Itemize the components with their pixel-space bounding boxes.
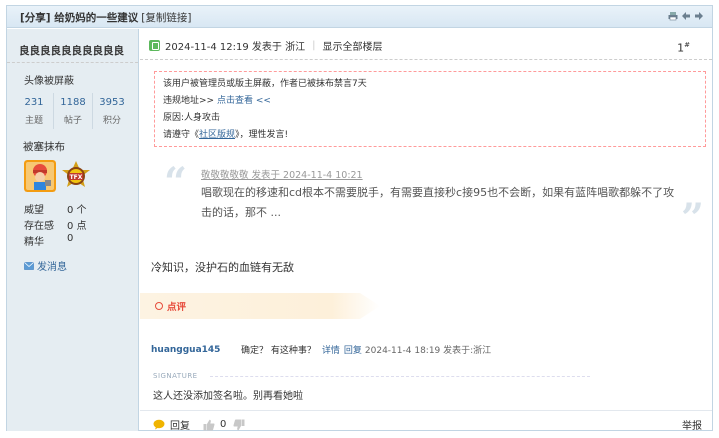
notice-text: 请遵守《: [163, 130, 200, 140]
author-info: 威望 0 个 存在感 0 点 精华 0: [24, 201, 87, 249]
thumb-up-icon[interactable]: [203, 419, 215, 431]
comment-author-link[interactable]: huanggua145: [151, 345, 241, 355]
thread-title-text: [分享] 给奶妈的一些建议: [20, 12, 139, 24]
post-body: 冷知识，没护石的血链有无敌: [151, 261, 294, 274]
rate-icon: [155, 302, 163, 310]
post-main: 2024-11-4 12:19 发表于 浙江 | 显示全部楼层 1# 该用户被管…: [140, 29, 712, 432]
signature-text: 这人还没添加签名啦。别再看她啦: [153, 391, 303, 402]
rate-button[interactable]: 点评: [140, 293, 380, 319]
thread-title: [分享] 给奶妈的一些建议 [复制链接]: [20, 10, 191, 25]
divider: [140, 59, 712, 60]
stat-value: 1188: [60, 97, 86, 108]
notice-line: 违规地址>> 点击查看 <<: [163, 93, 697, 110]
moderation-notice: 该用户被管理员或版主屏蔽，作者已被抹布禁言7天 违规地址>> 点击查看 << 原…: [154, 71, 706, 147]
svg-text:TFX: TFX: [70, 174, 83, 181]
open-quote-icon: “: [164, 159, 188, 206]
rate-label: 点评: [167, 302, 187, 313]
online-status-icon: [149, 40, 160, 51]
comment-detail-link[interactable]: 详情: [322, 343, 340, 356]
stat-label: 积分: [102, 116, 121, 126]
close-quote-icon: ”: [680, 195, 704, 242]
comment-text: 确定？ 有这种事？: [241, 346, 316, 356]
send-message-button[interactable]: 发消息: [24, 258, 67, 273]
tfx-medal-icon[interactable]: TFX: [60, 160, 92, 192]
stat-points[interactable]: 3953 积分: [93, 93, 131, 129]
info-key: 精华: [24, 237, 44, 248]
info-row: 精华 0: [24, 233, 87, 249]
stat-value: 231: [24, 97, 44, 108]
divider: [140, 410, 712, 411]
notice-text: 》，理性发言!: [235, 130, 289, 140]
author-sidebar: 良良良良良良良良良良 头像被屏蔽 231 主题 1188 帖子 3953 积分 …: [7, 29, 139, 431]
notice-line: 该用户被管理员或版主屏蔽，作者已被抹布禁言7天: [163, 79, 367, 89]
user-status: 被塞抹布: [23, 141, 65, 153]
notice-line: 请遵守《社区版规》，理性发言!: [163, 127, 697, 144]
reply-icon[interactable]: [153, 419, 165, 430]
info-value: 0 个: [67, 205, 87, 216]
notice-text: 违规地址>>: [163, 96, 217, 106]
copy-link-button[interactable]: [复制链接]: [141, 12, 191, 24]
info-value: 0: [67, 233, 74, 244]
divider: [7, 62, 138, 63]
like-count: 0: [220, 419, 227, 430]
info-key: 存在感: [24, 221, 54, 232]
info-row: 存在感 0 点: [24, 217, 87, 233]
comment-row: huanggua145 确定？ 有这种事？ 详情 回复 2024-11-4 18…: [151, 343, 492, 357]
quote-block: “ 敬敬敬敬敬 发表于 2024-11-4 10:21 唱歌现在的移速和cd根本…: [164, 159, 704, 239]
floor-suffix: #: [684, 41, 690, 49]
quote-author-link[interactable]: 敬敬敬敬敬 发表于 2024-11-4 10:21: [201, 167, 363, 181]
notice-line: 原因:人身攻击: [163, 113, 221, 123]
divider: [210, 376, 590, 377]
show-all-floors-link[interactable]: 显示全部楼层: [322, 38, 382, 53]
info-row: 威望 0 个: [24, 201, 87, 217]
stat-value: 3953: [99, 97, 125, 108]
signature-label: SIGNATURE: [153, 372, 198, 380]
community-rules-link[interactable]: 社区版规: [199, 130, 235, 140]
post-meta: 2024-11-4 12:19 发表于 浙江 | 显示全部楼层: [149, 38, 382, 53]
thread-header: [分享] 给奶妈的一些建议 [复制链接]: [7, 6, 712, 28]
separator: |: [312, 40, 316, 51]
stat-threads[interactable]: 231 主题: [15, 93, 54, 129]
next-thread-icon[interactable]: [694, 11, 704, 21]
stat-label: 帖子: [63, 116, 82, 126]
send-message-label: 发消息: [37, 262, 67, 273]
mario-medal-icon[interactable]: [24, 160, 56, 192]
post-actions: 回复 0: [153, 417, 245, 432]
report-button[interactable]: 举报: [682, 417, 702, 432]
reply-button[interactable]: 回复: [170, 417, 190, 432]
stat-posts[interactable]: 1188 帖子: [54, 93, 93, 129]
stat-label: 主题: [24, 116, 43, 126]
medal-list: TFX: [24, 160, 92, 192]
comment-reply-link[interactable]: 回复: [344, 343, 362, 356]
post-frame: [分享] 给奶妈的一些建议 [复制链接] 良良良良良良良良良良 头像被屏蔽 231…: [6, 5, 713, 432]
view-violation-link[interactable]: 点击查看 <<: [217, 96, 271, 106]
thumb-down-icon[interactable]: [233, 419, 245, 431]
author-stats: 231 主题 1188 帖子 3953 积分: [15, 93, 131, 129]
envelope-icon: [24, 261, 34, 270]
comment-date: 2024-11-4 18:19 发表于:浙江: [364, 346, 492, 356]
avatar: 头像被屏蔽: [24, 76, 74, 87]
floor-number[interactable]: 1#: [677, 41, 690, 55]
author-name[interactable]: 良良良良良良良良良良: [19, 43, 124, 58]
post-date: 2024-11-4 12:19 发表于 浙江: [165, 42, 306, 53]
prev-thread-icon[interactable]: [681, 11, 691, 21]
info-key: 威望: [24, 205, 44, 216]
print-icon[interactable]: [668, 11, 678, 21]
quote-text: 唱歌现在的移速和cd根本不需要脱手，有需要直接秒c接95也不会断，如果有蓝阵唱歌…: [201, 186, 675, 219]
info-value: 0 点: [67, 221, 87, 232]
thread-tools: [668, 11, 704, 21]
